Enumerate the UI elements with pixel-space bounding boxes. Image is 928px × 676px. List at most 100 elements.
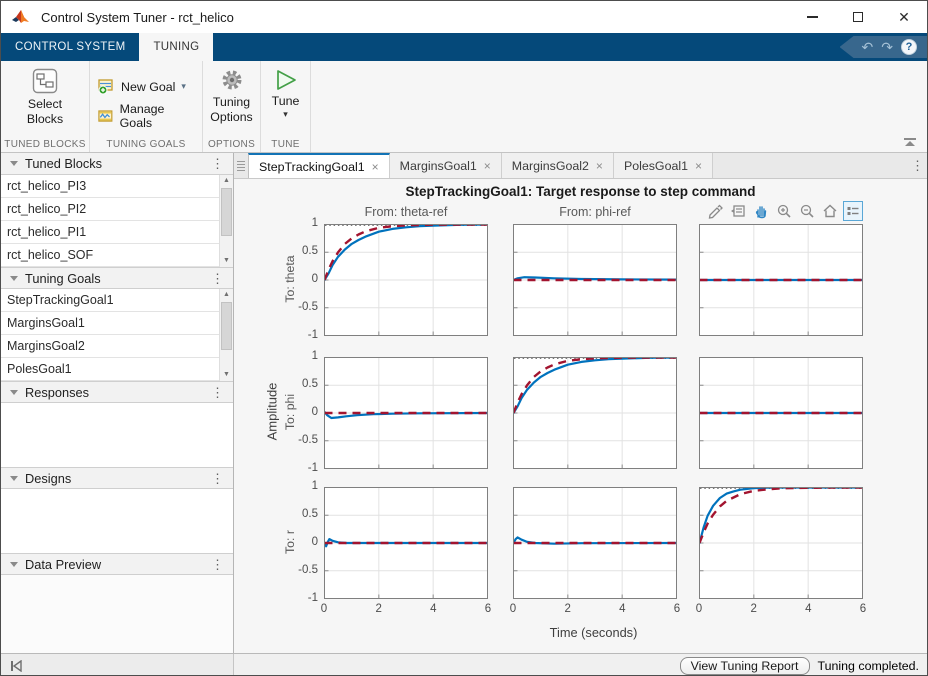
x-tick-label: 4 bbox=[796, 603, 820, 615]
zoom-out-icon[interactable] bbox=[797, 201, 817, 221]
doc-tab-label: StepTrackingGoal1 bbox=[259, 160, 365, 174]
doc-tab-label: PolesGoal1 bbox=[624, 159, 688, 173]
tab-bar-menu-icon[interactable]: ⋮ bbox=[908, 159, 927, 172]
list-item[interactable]: rct_helico_PI1 bbox=[1, 221, 233, 244]
panel-title: Tuned Blocks bbox=[25, 156, 208, 171]
x-axis-label: Time (seconds) bbox=[550, 625, 638, 640]
ribbon-toolbar: Select Blocks TUNED BLOCKS New Goal ▾ bbox=[1, 61, 927, 153]
panel-title: Responses bbox=[25, 385, 208, 400]
tuning-options-button[interactable]: Tuning Options bbox=[209, 68, 255, 125]
tune-dropdown-icon[interactable]: ▾ bbox=[283, 110, 288, 119]
subplot-Tor-2[interactable] bbox=[513, 487, 677, 599]
panel-menu-icon[interactable]: ⋮ bbox=[208, 386, 227, 399]
view-tuning-report-button[interactable]: View Tuning Report bbox=[680, 657, 810, 675]
maximize-button[interactable] bbox=[835, 1, 881, 33]
list-item[interactable]: rct_helico_PI2 bbox=[1, 198, 233, 221]
tune-button[interactable]: Tune ▾ bbox=[269, 68, 302, 119]
manage-goals-button[interactable]: Manage Goals bbox=[98, 102, 194, 130]
y-tick-label: 1 bbox=[278, 350, 318, 362]
minimize-button[interactable] bbox=[789, 1, 835, 33]
ribbon-collapse-button[interactable] bbox=[903, 138, 917, 148]
list-item[interactable]: rct_helico_PI3 bbox=[1, 175, 233, 198]
tab-bar-grip-icon[interactable] bbox=[234, 153, 248, 178]
x-tick-label: 0 bbox=[312, 603, 336, 615]
scroll-up-icon[interactable]: ▲ bbox=[220, 175, 233, 187]
list-item[interactable]: rct_helico_SOF bbox=[1, 244, 233, 267]
panel-menu-icon[interactable]: ⋮ bbox=[208, 157, 227, 170]
x-tick-label: 4 bbox=[421, 603, 445, 615]
scroll-down-icon[interactable]: ▼ bbox=[220, 255, 233, 267]
legend-toggle-icon[interactable] bbox=[843, 201, 863, 221]
scroll-up-icon[interactable]: ▲ bbox=[220, 289, 233, 301]
list-item[interactable]: MarginsGoal2 bbox=[1, 335, 233, 358]
subplot-Tophi-3[interactable] bbox=[699, 357, 863, 469]
group-label-tuning-goals: TUNING GOALS bbox=[90, 139, 202, 150]
close-tab-icon[interactable]: × bbox=[484, 159, 491, 173]
row-label: To: theta bbox=[283, 249, 297, 309]
subplot-Totheta-3[interactable] bbox=[699, 224, 863, 336]
subplot-Tophi-1[interactable] bbox=[324, 357, 488, 469]
doc-tab-marginsgoal2[interactable]: MarginsGoal2 × bbox=[502, 153, 614, 178]
tab-control-system[interactable]: CONTROL SYSTEM bbox=[1, 33, 139, 61]
data-preview-box bbox=[1, 575, 233, 653]
document-tab-bar: StepTrackingGoal1 × MarginsGoal1 × Margi… bbox=[234, 153, 927, 179]
close-tab-icon[interactable]: × bbox=[596, 159, 603, 173]
subplot-Totheta-1[interactable] bbox=[324, 224, 488, 336]
panel-menu-icon[interactable]: ⋮ bbox=[208, 272, 227, 285]
scrollbar[interactable]: ▲ ▼ bbox=[219, 289, 233, 381]
select-blocks-button[interactable]: Select Blocks bbox=[9, 68, 81, 127]
list-item[interactable]: PolesGoal1 bbox=[1, 358, 233, 381]
panel-header-tuned-blocks[interactable]: Tuned Blocks ⋮ bbox=[1, 153, 233, 175]
y-tick-label: -1 bbox=[278, 329, 318, 341]
redo-icon[interactable]: ↷ bbox=[881, 40, 893, 54]
doc-tab-steptrackinggoal1[interactable]: StepTrackingGoal1 × bbox=[248, 153, 390, 178]
status-message: Tuning completed. bbox=[818, 659, 919, 673]
status-bar-left bbox=[1, 654, 234, 676]
scroll-thumb[interactable] bbox=[221, 302, 232, 350]
subplot-Totheta-2[interactable] bbox=[513, 224, 677, 336]
subplot-Tor-3[interactable] bbox=[699, 487, 863, 599]
collapse-sidebar-icon[interactable] bbox=[9, 660, 23, 672]
y-tick-label: -1 bbox=[278, 462, 318, 474]
list-item[interactable]: MarginsGoal1 bbox=[1, 312, 233, 335]
edit-plot-icon[interactable] bbox=[705, 201, 725, 221]
close-tab-icon[interactable]: × bbox=[695, 159, 702, 173]
x-tick-label: 2 bbox=[556, 603, 580, 615]
scrollbar[interactable]: ▲ ▼ bbox=[219, 175, 233, 267]
panel-title: Data Preview bbox=[25, 557, 208, 572]
tuned-blocks-list: rct_helico_PI3 rct_helico_PI2 rct_helico… bbox=[1, 175, 233, 267]
doc-tab-marginsgoal1[interactable]: MarginsGoal1 × bbox=[390, 153, 502, 178]
new-goal-label: New Goal bbox=[121, 80, 175, 94]
scroll-thumb[interactable] bbox=[221, 188, 232, 236]
manage-goals-icon bbox=[98, 109, 114, 124]
panel-menu-icon[interactable]: ⋮ bbox=[208, 558, 227, 571]
panel-header-designs[interactable]: Designs ⋮ bbox=[1, 467, 233, 489]
collapse-caret-icon bbox=[10, 276, 18, 281]
datatip-icon[interactable] bbox=[728, 201, 748, 221]
panel-menu-icon[interactable]: ⋮ bbox=[208, 472, 227, 485]
close-tab-icon[interactable]: × bbox=[372, 160, 379, 174]
list-item[interactable]: StepTrackingGoal1 bbox=[1, 289, 233, 312]
undo-icon[interactable]: ↶ bbox=[862, 40, 874, 54]
panel-header-tuning-goals[interactable]: Tuning Goals ⋮ bbox=[1, 267, 233, 289]
group-label-tuned-blocks: TUNED BLOCKS bbox=[1, 139, 89, 150]
close-button[interactable]: ✕ bbox=[881, 1, 927, 33]
control-system-tuner-window: Control System Tuner - rct_helico ✕ CONT… bbox=[0, 0, 928, 676]
ribbon-tab-strip: CONTROL SYSTEM TUNING ↶ ↷ ? bbox=[1, 33, 927, 61]
row-label: To: r bbox=[283, 512, 297, 572]
scroll-down-icon[interactable]: ▼ bbox=[220, 369, 233, 381]
subplot-Tor-1[interactable] bbox=[324, 487, 488, 599]
panel-title: Tuning Goals bbox=[25, 271, 208, 286]
help-icon[interactable]: ? bbox=[901, 39, 917, 55]
zoom-in-icon[interactable] bbox=[774, 201, 794, 221]
panel-header-responses[interactable]: Responses ⋮ bbox=[1, 381, 233, 403]
plot-title: StepTrackingGoal1: Target response to st… bbox=[234, 184, 927, 199]
panel-header-data-preview[interactable]: Data Preview ⋮ bbox=[1, 553, 233, 575]
new-goal-dropdown-icon: ▾ bbox=[181, 82, 186, 91]
doc-tab-polesgoal1[interactable]: PolesGoal1 × bbox=[614, 153, 713, 178]
subplot-Tophi-2[interactable] bbox=[513, 357, 677, 469]
new-goal-button[interactable]: New Goal ▾ bbox=[98, 78, 194, 95]
restore-view-home-icon[interactable] bbox=[820, 201, 840, 221]
tab-tuning[interactable]: TUNING bbox=[139, 33, 213, 61]
pan-icon[interactable] bbox=[751, 201, 771, 221]
